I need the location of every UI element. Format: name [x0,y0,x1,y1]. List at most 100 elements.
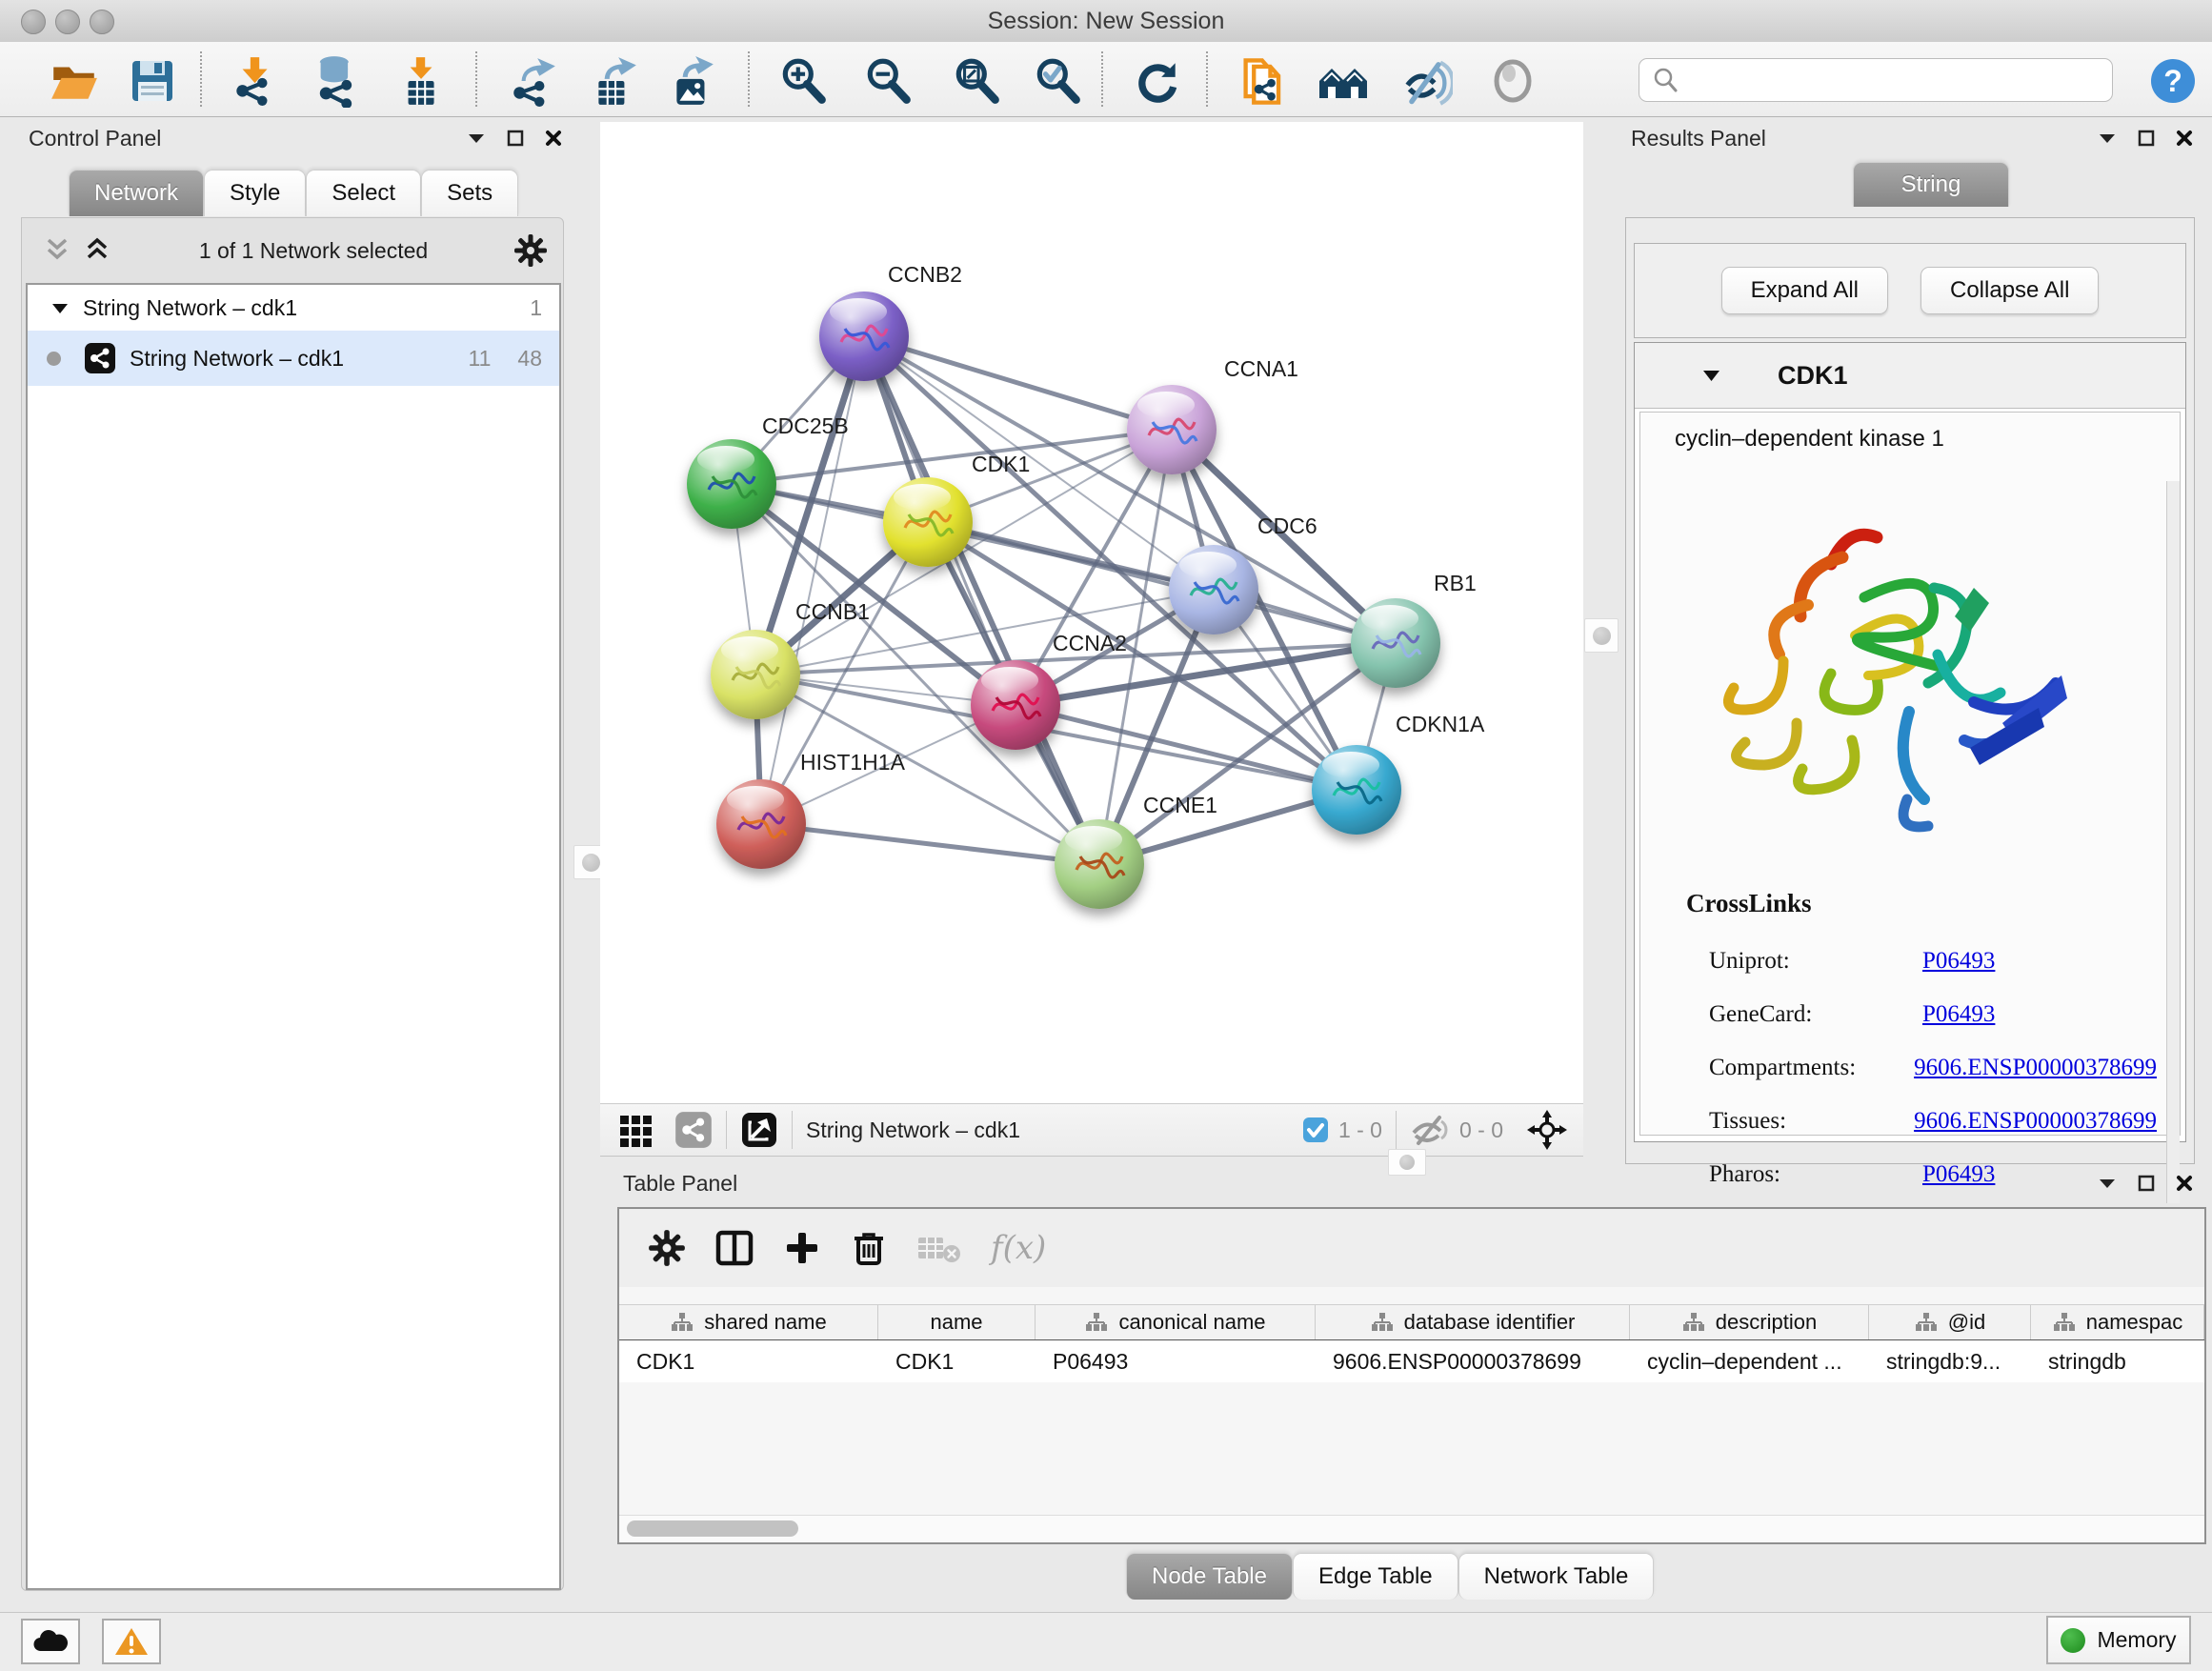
close-window-button[interactable] [21,10,46,34]
hide-graphics-details-button[interactable] [1399,54,1453,108]
search-field[interactable] [1639,58,2113,102]
column-header-namespac[interactable]: namespac [2031,1305,2204,1339]
collapse-all-button[interactable]: Collapse All [1920,267,2099,314]
expand-all-button[interactable]: Expand All [1721,267,1888,314]
export-table-button[interactable] [588,54,641,108]
edge-CDK1-RB1[interactable] [928,522,1396,643]
selected-nodes-checkbox-icon[interactable] [1302,1117,1329,1143]
open-session-button[interactable] [48,54,101,108]
edge-HIST1H1A-CCNE1[interactable] [761,824,1099,864]
crosslink-link[interactable]: P06493 [1922,948,1995,975]
card-expander-icon[interactable] [1703,369,1719,382]
minimize-window-button[interactable] [55,10,80,34]
expand-all-icon[interactable] [81,236,113,265]
tab-edge-table[interactable]: Edge Table [1293,1553,1458,1600]
node-CCNB2[interactable] [819,292,909,381]
crosslink-link[interactable]: 9606.ENSP00000378699 [1914,1108,2157,1135]
export-network-button[interactable] [507,54,560,108]
import-network-from-database-button[interactable] [310,54,363,108]
zoom-fit-button[interactable] [950,54,1003,108]
search-input[interactable] [1685,67,2112,93]
edge-CCNB2-CCNA1[interactable] [864,336,1172,430]
tab-node-table[interactable]: Node Table [1126,1553,1293,1600]
network-row[interactable]: String Network – cdk1 11 48 [28,331,559,386]
panel-float-icon[interactable] [2098,1177,2117,1190]
crosslink-link[interactable]: 9606.ENSP00000378699 [1914,1055,2157,1081]
panel-maximize-icon[interactable] [2138,130,2155,147]
panel-close-icon[interactable] [545,130,562,147]
show-graphics-details-button[interactable] [1486,54,1539,108]
collection-expander-icon[interactable] [52,302,68,314]
results-tab-string[interactable]: String [1853,162,2009,207]
panel-close-icon[interactable] [2176,130,2193,147]
collapse-all-icon[interactable] [41,236,73,265]
tab-network[interactable]: Network [69,170,204,216]
detach-view-icon[interactable] [740,1111,778,1149]
node-CCNA2[interactable] [971,660,1060,750]
network-options-gear-icon[interactable] [513,233,548,268]
delete-table-icon [916,1232,962,1264]
node-CCNB1[interactable] [711,630,800,719]
node-CDC6[interactable] [1169,545,1258,634]
grid-view-icon[interactable] [617,1111,655,1149]
scrollbar-thumb[interactable] [627,1520,798,1537]
panel-close-icon[interactable] [2176,1175,2193,1192]
node-label-CCNE1: CCNE1 [1143,793,1217,817]
node-CCNA1[interactable] [1127,385,1217,474]
help-button[interactable]: ? [2146,54,2200,108]
node-result-header[interactable]: CDK1 [1635,343,2185,409]
birds-eye-view-icon[interactable] [1526,1109,1568,1151]
table-horizontal-scrollbar[interactable] [619,1515,2204,1542]
tab-sets[interactable]: Sets [421,170,518,216]
table-options-gear-icon[interactable] [648,1229,686,1267]
network-collection-row[interactable]: String Network – cdk1 1 [28,285,559,331]
column-header--id[interactable]: @id [1869,1305,2031,1339]
statusbar-separator [1396,1111,1397,1149]
export-image-button[interactable] [666,54,719,108]
column-header-canonical-name[interactable]: canonical name [1036,1305,1316,1339]
import-network-from-file-button[interactable] [228,54,281,108]
table-row[interactable]: CDK1CDK1P064939606.ENSP00000378699cyclin… [619,1340,2204,1382]
network-view-canvas[interactable]: CCNB2CCNA1CDC25BCDK1CDC6RB1CCNB1CCNA2CDK… [600,122,1583,1103]
import-table-from-file-button[interactable] [393,54,447,108]
column-header-database-identifier[interactable]: database identifier [1316,1305,1630,1339]
tab-network-table[interactable]: Network Table [1458,1553,1655,1600]
column-header-shared-name[interactable]: shared name [619,1305,878,1339]
node-CDK1[interactable] [883,477,973,567]
delete-column-icon[interactable] [850,1229,888,1267]
node-HIST1H1A[interactable] [716,779,806,869]
panel-float-icon[interactable] [467,131,486,145]
refresh-network-button[interactable] [1131,54,1184,108]
zoom-in-button[interactable] [776,54,830,108]
warnings-button[interactable] [102,1619,161,1664]
network-view-mode-icon[interactable] [674,1111,713,1149]
home-panel-button[interactable] [1317,54,1370,108]
cloud-status-button[interactable] [21,1619,80,1664]
results-scrollbar[interactable] [2166,481,2180,1203]
save-session-button[interactable] [126,54,179,108]
node-CDKN1A[interactable] [1312,745,1401,835]
zoom-selected-button[interactable] [1031,54,1084,108]
right-splitter-handle[interactable] [1584,618,1619,653]
zoom-out-button[interactable] [861,54,915,108]
panel-maximize-icon[interactable] [507,130,524,147]
node-CDC25B[interactable] [687,439,776,529]
share-document-button[interactable] [1237,54,1291,108]
column-header-name[interactable]: name [878,1305,1036,1339]
node-RB1[interactable] [1351,598,1440,688]
tab-select[interactable]: Select [306,170,421,216]
panel-float-icon[interactable] [2098,131,2117,145]
node-CCNE1[interactable] [1055,819,1144,909]
tab-style[interactable]: Style [204,170,306,216]
maximize-window-button[interactable] [90,10,114,34]
statusbar-separator [726,1111,727,1149]
edge-CCNB2-CCNE1[interactable] [864,336,1099,864]
show-columns-icon[interactable] [714,1228,754,1268]
document-share-icon [1237,54,1291,108]
panel-maximize-icon[interactable] [2138,1175,2155,1192]
create-column-icon[interactable] [783,1229,821,1267]
network-graph[interactable]: CCNB2CCNA1CDC25BCDK1CDC6RB1CCNB1CCNA2CDK… [600,122,1583,1103]
column-header-description[interactable]: description [1630,1305,1869,1339]
crosslink-link[interactable]: P06493 [1922,1001,1995,1028]
memory-button[interactable]: Memory [2046,1616,2191,1664]
